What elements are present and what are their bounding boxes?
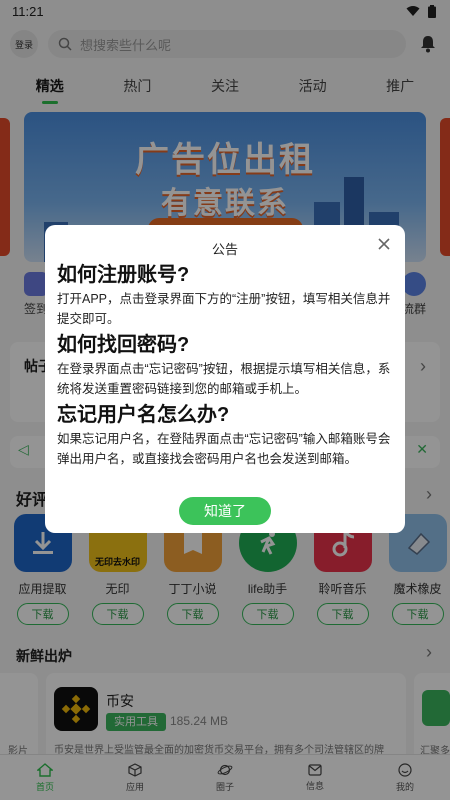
close-icon[interactable] <box>375 235 393 253</box>
announcement-dialog: 公告 如何注册账号? 打开APP，点击登录界面下方的“注册”按钮，填写相关信息并… <box>45 225 405 533</box>
faq-heading: 如何注册账号? <box>57 264 190 286</box>
dialog-body: 如何注册账号? 打开APP，点击登录界面下方的“注册”按钮，填写相关信息并提交即… <box>57 261 393 471</box>
faq-heading: 忘记用户名怎么办? <box>57 404 230 426</box>
dialog-title: 公告 <box>211 242 238 257</box>
faq-answer: 打开APP，点击登录界面下方的“注册”按钮，填写相关信息并提交即可。 <box>57 292 391 326</box>
faq-heading: 如何找回密码? <box>57 334 190 356</box>
confirm-button[interactable]: 知道了 <box>179 497 271 525</box>
faq-answer: 如果忘记用户名，在登陆界面点击“忘记密码”输入邮箱账号会弹出用户名，或直接找会密… <box>57 432 391 466</box>
faq-answer: 在登录界面点击“忘记密码”按钮，根据提示填写相关信息，系统将发送重置密码链接到您… <box>57 362 391 396</box>
